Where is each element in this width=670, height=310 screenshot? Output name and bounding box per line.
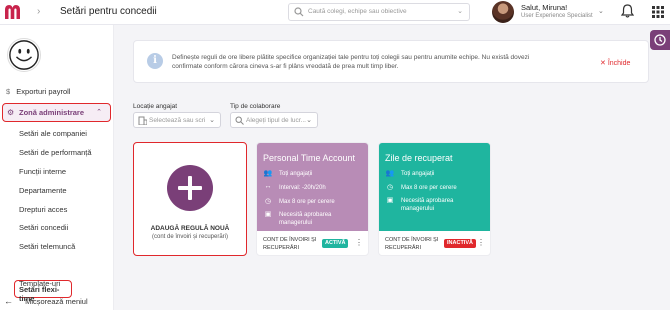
sidebar-item-internal-functions[interactable]: Funcții interne [19, 167, 66, 176]
arrows-horizontal-icon: ↔ [264, 183, 272, 190]
search-placeholder: Caută colegi, echipe sau obiective [308, 8, 407, 15]
chevron-down-icon: ⌄ [209, 117, 215, 124]
rule-line-text: Toți angajații [401, 171, 435, 177]
id-card-icon: ▣ [386, 197, 394, 204]
chevron-down-icon[interactable]: ⌄ [598, 7, 604, 15]
building-icon [138, 116, 147, 125]
close-icon: ✕ [600, 60, 606, 67]
close-label: Închide [607, 60, 631, 67]
page-title: Setări pentru concedii [60, 6, 157, 17]
rule-line: ▣ Necesită aprobarea managerului [263, 210, 368, 226]
info-icon: i [147, 53, 163, 69]
sidebar: $ Exporturi payroll ⚙ Zonă administrare … [0, 25, 114, 310]
sidebar-item-label: Zonă administrare [19, 108, 85, 117]
rule-line: ◷ Max 8 ore per cerere [385, 183, 490, 193]
rule-line: 👥 Toți angajații [263, 169, 368, 179]
rule-card-personal-time[interactable]: Personal Time Account 👥 Toți angajații ↔… [256, 142, 369, 256]
collaboration-filter-label: Tip de colaborare [230, 103, 281, 110]
sidebar-item-label: Exporturi payroll [16, 87, 71, 96]
top-bar: › Setări pentru concedii Caută colegi, e… [0, 0, 670, 25]
rule-line-text: Interval: -20h/20h [279, 185, 326, 191]
close-banner-button[interactable]: ✕ Închide [600, 59, 630, 67]
search-input[interactable]: Caută colegi, echipe sau obiective ⌄ [288, 3, 470, 21]
sidebar-item-performance-settings[interactable]: Setări de performanță [19, 148, 92, 157]
sidebar-item-departments[interactable]: Departamente [19, 186, 67, 195]
collapse-menu-button[interactable]: ← Micșorează meniul [4, 296, 88, 306]
sidebar-item-telework-settings[interactable]: Setări telemuncă [19, 242, 75, 251]
clock-icon: ◷ [386, 184, 394, 191]
collapse-menu-label: Micșorează meniul [25, 297, 88, 306]
plus-icon[interactable] [167, 165, 213, 211]
dollar-icon: $ [6, 87, 11, 96]
rule-line: ◷ Max 8 ore per cerere [263, 197, 368, 207]
rule-card-recovery-days[interactable]: Zile de recuperat 👥 Toți angajații ◷ Max… [378, 142, 491, 256]
rule-line-text: Toți angajații [279, 171, 313, 177]
people-icon: 👥 [385, 170, 395, 177]
rule-type-label: CONT DE ÎNVOIRI ȘI RECUPERĂRI [263, 237, 317, 251]
rule-type-label: CONT DE ÎNVOIRI ȘI RECUPERĂRI [385, 237, 439, 251]
bell-icon[interactable] [621, 4, 634, 18]
rule-line-text: Necesită aprobarea managerului [279, 212, 332, 226]
side-panel-tab[interactable] [650, 30, 670, 50]
more-options-icon[interactable]: ⋮ [355, 238, 363, 247]
app-root: › Setări pentru concedii Caută colegi, e… [0, 0, 670, 310]
company-avatar[interactable] [7, 38, 41, 72]
search-icon [294, 7, 304, 17]
sidebar-item-payroll[interactable]: $ Exporturi payroll [6, 87, 70, 96]
chevron-right-icon[interactable]: › [37, 6, 40, 17]
user-menu[interactable]: Salut, Miruna! User Experience Specialis… [487, 0, 611, 25]
company-logo[interactable] [4, 4, 21, 20]
id-card-icon: ▣ [264, 211, 272, 218]
info-text: Definește reguli de ore libere plătite s… [172, 54, 530, 70]
chevron-up-icon: ⌃ [96, 109, 102, 116]
rule-title: Personal Time Account [263, 153, 356, 163]
search-icon [235, 116, 244, 125]
status-badge: ACTIVĂ [322, 239, 349, 248]
apps-grid-icon[interactable] [652, 6, 664, 18]
people-icon: 👥 [263, 170, 273, 177]
clock-icon: ◷ [264, 198, 272, 205]
rule-line: ↔ Interval: -20h/20h [263, 183, 368, 193]
sidebar-item-company-settings[interactable]: Setări ale companiei [19, 129, 87, 138]
chevron-down-icon: ⌄ [306, 117, 312, 124]
info-banner: i Definește reguli de ore libere plătite… [133, 40, 649, 83]
sidebar-item-access-rights[interactable]: Drepturi acces [19, 205, 67, 214]
avatar[interactable] [492, 1, 514, 23]
add-rule-subtitle: (cont de învoiri și recuperări) [151, 234, 229, 240]
location-filter-placeholder: Selectează sau scrie... [149, 117, 205, 124]
rule-line-text: Max 8 ore per cerere [401, 185, 457, 191]
add-rule-card[interactable]: ADAUGĂ REGULĂ NOUĂ (cont de învoiri și r… [133, 142, 247, 256]
user-role: User Experience Specialist [521, 13, 593, 19]
rule-title: Zile de recuperat [385, 153, 453, 163]
gear-icon: ⚙ [7, 108, 15, 117]
collaboration-filter-select[interactable]: Alegeți tipul de lucr... ⌄ [230, 112, 318, 128]
sidebar-item-templates[interactable]: Template-uri [19, 279, 60, 288]
rule-line-text: Max 8 ore per cerere [279, 199, 335, 205]
user-name: Salut, Miruna! [521, 3, 568, 12]
sidebar-item-admin[interactable]: ⚙ Zonă administrare ⌃ [2, 103, 111, 122]
more-options-icon[interactable]: ⋮ [477, 238, 485, 247]
sidebar-item-leave-settings[interactable]: Setări concedii [19, 223, 68, 232]
arrow-left-icon: ← [4, 296, 13, 306]
rule-line-text: Necesită aprobarea managerului [401, 198, 454, 212]
rule-line: ▣ Necesită aprobarea managerului [385, 196, 490, 212]
location-filter-select[interactable]: Selectează sau scrie... ⌄ [133, 112, 221, 128]
rule-line: 👥 Toți angajații [385, 169, 490, 179]
add-rule-title: ADAUGĂ REGULĂ NOUĂ [150, 225, 230, 232]
status-badge: INACTIVĂ [444, 239, 476, 248]
collaboration-filter-placeholder: Alegeți tipul de lucr... [246, 117, 306, 124]
clock-icon [654, 34, 666, 46]
chevron-down-icon: ⌄ [457, 8, 463, 15]
location-filter-label: Locație angajat [133, 103, 178, 110]
